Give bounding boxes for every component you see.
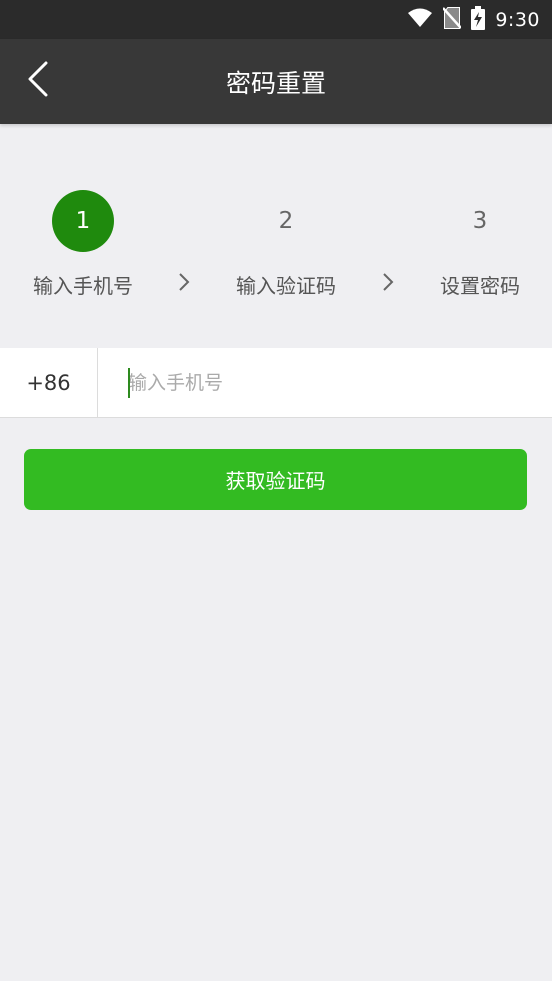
step-3-label: 设置密码 bbox=[440, 274, 520, 298]
phone-input-row: +86 bbox=[0, 348, 552, 418]
country-code-selector[interactable]: +86 bbox=[0, 348, 98, 417]
text-cursor bbox=[128, 368, 130, 398]
no-sim-icon bbox=[442, 6, 463, 33]
step-1: 1 输入手机号 bbox=[27, 190, 139, 299]
step-3-number: 3 bbox=[472, 208, 488, 234]
step-indicator: 1 输入手机号 2 输入验证码 3 设置密码 bbox=[0, 190, 552, 310]
password-reset-screen: 9:30 密码重置 1 输入手机号 2 输入验证码 3 设置密码 +86 输入手… bbox=[0, 0, 552, 981]
chevron-right-icon bbox=[380, 272, 396, 292]
page-title: 密码重置 bbox=[225, 68, 326, 98]
step-2-label: 输入验证码 bbox=[236, 274, 336, 298]
status-bar: 9:30 bbox=[0, 0, 552, 39]
step-1-number: 1 bbox=[52, 190, 114, 252]
battery-charging-icon bbox=[471, 5, 486, 34]
wifi-icon bbox=[407, 8, 433, 32]
phone-number-input[interactable] bbox=[128, 348, 528, 417]
step-2: 2 输入验证码 bbox=[230, 190, 342, 299]
step-2-number: 2 bbox=[278, 208, 294, 234]
status-time: 9:30 bbox=[495, 8, 540, 31]
title-bar: 密码重置 bbox=[0, 39, 552, 124]
get-verification-code-button[interactable]: 获取验证码 bbox=[24, 449, 527, 510]
status-icons: 9:30 bbox=[407, 0, 540, 39]
step-3: 3 设置密码 bbox=[434, 190, 526, 299]
step-1-label: 输入手机号 bbox=[33, 274, 133, 298]
chevron-right-icon bbox=[176, 272, 192, 292]
